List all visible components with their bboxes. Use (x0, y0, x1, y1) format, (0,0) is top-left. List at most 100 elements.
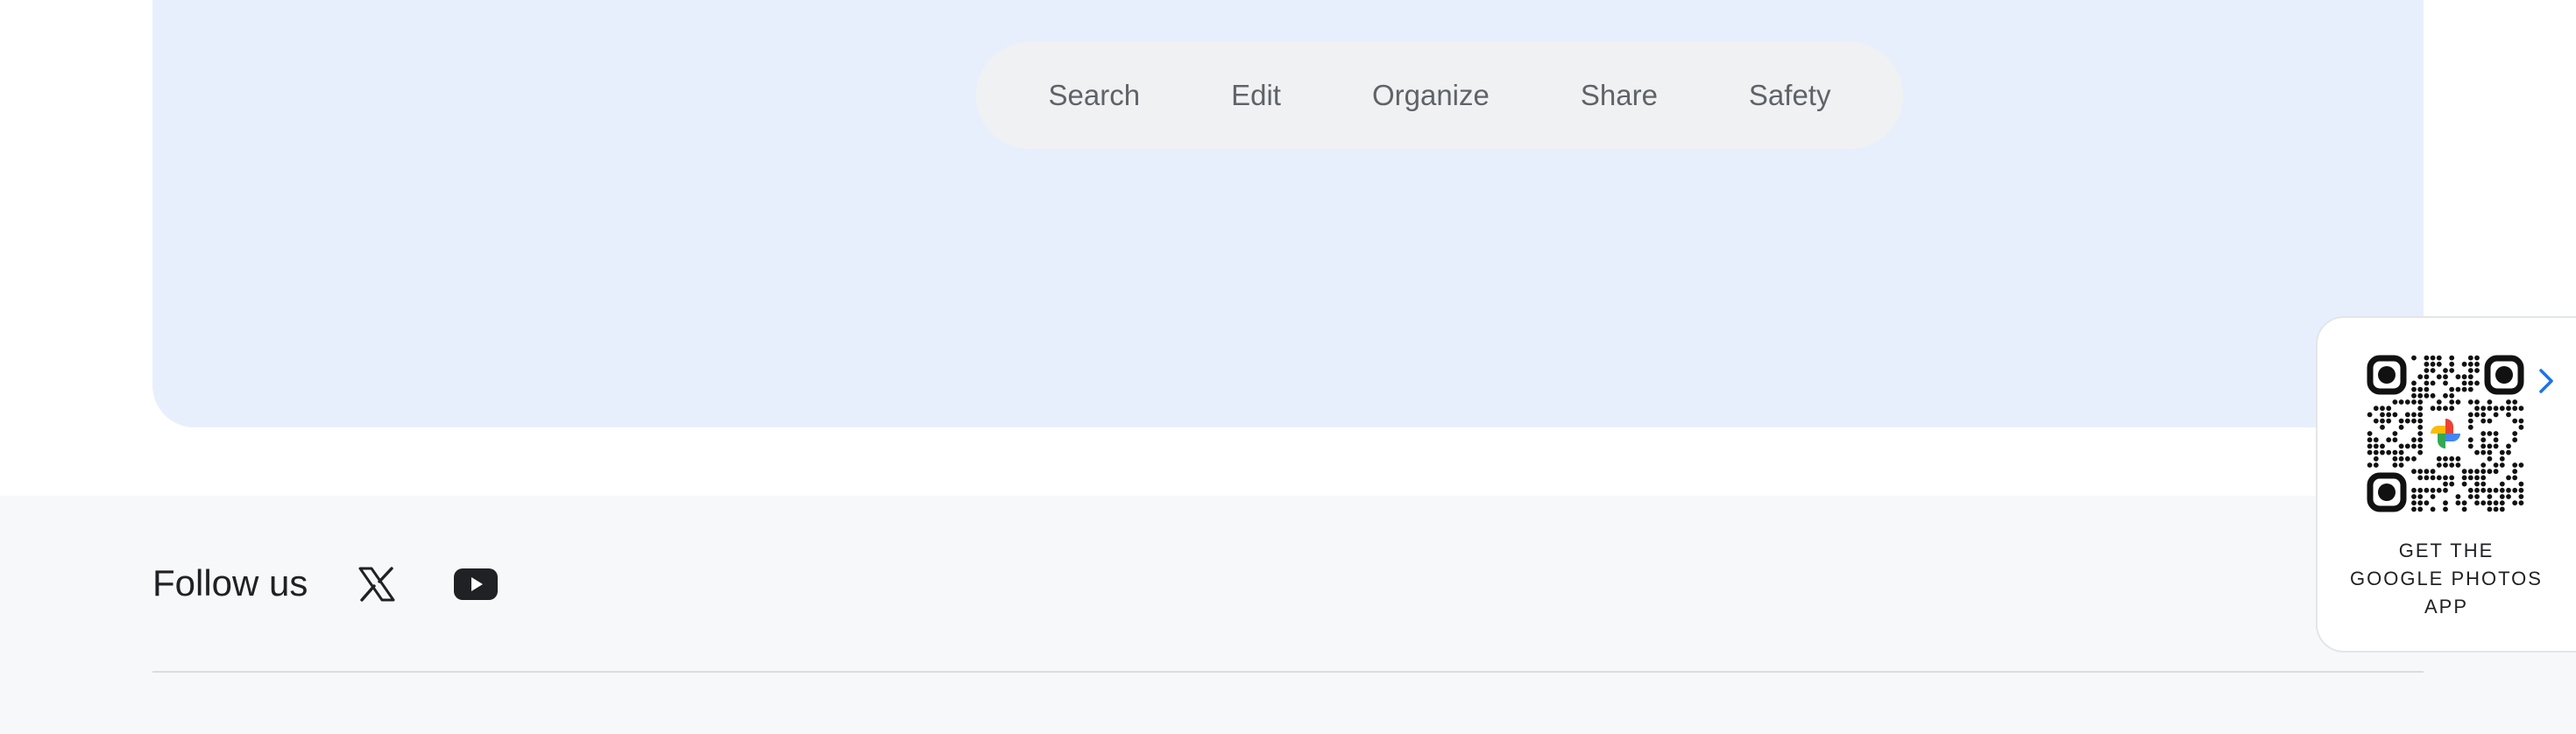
chevron-right-icon[interactable] (2534, 363, 2558, 399)
qr-module (2443, 368, 2448, 373)
qr-module (2404, 418, 2410, 424)
qr-module (2424, 469, 2430, 475)
qr-module (2493, 443, 2499, 449)
qr-module (2480, 500, 2487, 506)
qr-module (2424, 368, 2430, 373)
qr-module (2506, 449, 2511, 455)
qr-module (2436, 355, 2442, 361)
get-app-label: GET THE GOOGLE PHOTOS APP (2318, 537, 2575, 621)
qr-module (2424, 392, 2430, 399)
qr-module (2417, 406, 2424, 412)
qr-module (2499, 506, 2505, 512)
x-icon[interactable] (354, 561, 400, 607)
qr-module (2493, 487, 2499, 493)
qr-module (2506, 412, 2511, 418)
qr-module (2467, 475, 2473, 481)
qr-module (2436, 406, 2442, 412)
qr-module (2430, 494, 2436, 499)
youtube-icon[interactable] (452, 561, 499, 607)
qr-module (2367, 437, 2373, 443)
tab-organize[interactable]: Organize (1327, 79, 1535, 112)
qr-module (2493, 500, 2499, 506)
qr-module (2443, 481, 2448, 487)
qr-module (2518, 424, 2524, 430)
qr-module (2386, 418, 2392, 424)
qr-module (2411, 418, 2417, 424)
qr-module (2518, 462, 2524, 468)
qr-module (2424, 487, 2430, 493)
qr-module (2512, 469, 2518, 475)
feature-tab-bar: Search Edit Organize Share Safety (976, 42, 1903, 149)
tab-edit[interactable]: Edit (1185, 79, 1327, 112)
qr-module (2499, 455, 2505, 462)
qr-module (2417, 374, 2424, 380)
tab-safety[interactable]: Safety (1703, 79, 1877, 112)
qr-module (2411, 506, 2417, 512)
qr-module (2430, 361, 2436, 367)
qr-module (2487, 506, 2493, 512)
qr-module (2411, 487, 2417, 493)
qr-module (2367, 449, 2373, 455)
qr-module (2493, 462, 2499, 468)
app-qr-card[interactable]: GET THE GOOGLE PHOTOS APP (2316, 316, 2576, 653)
qr-module (2411, 469, 2417, 475)
qr-module (2506, 494, 2511, 499)
qr-module (2392, 412, 2398, 418)
qr-module (2398, 443, 2404, 449)
tab-share[interactable]: Share (1535, 79, 1703, 112)
qr-module (2443, 475, 2448, 481)
qr-module (2430, 475, 2436, 481)
qr-module (2467, 412, 2473, 418)
qr-module (2430, 487, 2436, 493)
qr-module (2417, 475, 2424, 481)
qr-module (2480, 462, 2487, 468)
tab-search[interactable]: Search (1003, 79, 1186, 112)
qr-module (2480, 431, 2487, 436)
qr-module (2461, 361, 2467, 367)
qr-module (2474, 494, 2480, 499)
qr-module (2506, 487, 2511, 493)
qr-module (2398, 424, 2404, 430)
qr-module (2480, 449, 2487, 455)
qr-module (2404, 399, 2410, 405)
qr-module (2512, 487, 2518, 493)
qr-module (2392, 455, 2398, 462)
qr-module (2467, 399, 2473, 405)
qr-module (2474, 355, 2480, 361)
qr-module (2398, 462, 2404, 468)
follow-us-label: Follow us (152, 562, 308, 603)
qr-module (2404, 455, 2410, 462)
qr-module (2398, 455, 2404, 462)
qr-module (2455, 386, 2461, 392)
qr-module (2461, 380, 2467, 386)
qr-module (2455, 494, 2461, 499)
qr-module (2380, 418, 2385, 424)
qr-module (2436, 462, 2442, 468)
qr-module (2417, 431, 2424, 436)
qr-module (2487, 500, 2493, 506)
qr-module (2518, 481, 2524, 487)
qr-module (2499, 462, 2505, 468)
qr-module (2449, 481, 2455, 487)
qr-module (2424, 374, 2430, 380)
qr-module (2474, 449, 2480, 455)
qr-module (2392, 399, 2398, 405)
qr-module (2506, 475, 2511, 481)
qr-module (2417, 449, 2424, 455)
qr-module (2518, 494, 2524, 499)
qr-module (2436, 399, 2442, 405)
qr-module (2461, 386, 2467, 392)
qr-module (2512, 462, 2518, 468)
qr-module (2449, 462, 2455, 468)
qr-module (2373, 406, 2379, 412)
qr-module (2443, 392, 2448, 399)
qr-module (2455, 500, 2461, 506)
qr-module (2424, 380, 2430, 386)
qr-module (2480, 412, 2487, 418)
qr-module (2386, 406, 2392, 412)
qr-module (2386, 437, 2392, 443)
qr-module (2487, 494, 2493, 499)
qr-module (2480, 437, 2487, 443)
qr-module (2417, 412, 2424, 418)
qr-module (2493, 431, 2499, 436)
